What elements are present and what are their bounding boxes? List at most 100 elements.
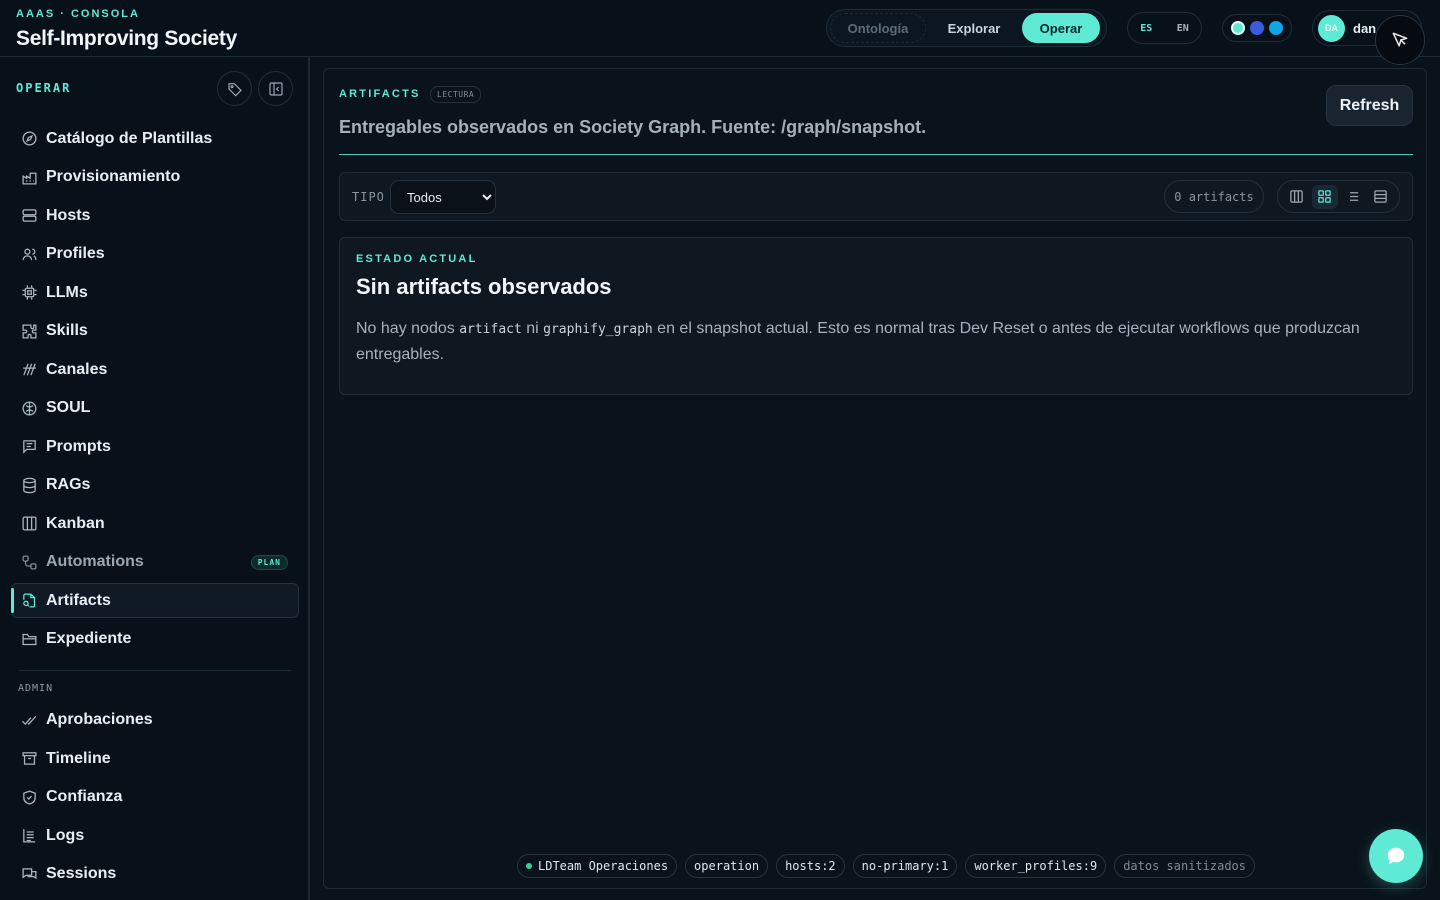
theme-sky-dot[interactable] bbox=[1269, 21, 1283, 35]
filter-bar: TIPO Todos 0 artifacts bbox=[339, 172, 1413, 221]
sidebar-item-hosts[interactable]: Hosts bbox=[11, 198, 299, 233]
top-bar: AAAS · CONSOLA Self-Improving Society On… bbox=[0, 0, 1440, 57]
user-name: dan bbox=[1353, 20, 1377, 36]
sidebar-item-aprobaciones[interactable]: Aprobaciones bbox=[11, 703, 299, 738]
sidebar-item-catalogo[interactable]: Catálogo de Plantillas bbox=[11, 121, 299, 156]
artifacts-panel: ARTIFACTS LECTURA Entregables observados… bbox=[323, 68, 1427, 889]
grid-icon bbox=[1318, 190, 1331, 203]
theme-switch bbox=[1222, 14, 1292, 42]
sidebar-item-soul[interactable]: SOUL bbox=[11, 391, 299, 426]
chat-button[interactable] bbox=[1369, 829, 1423, 883]
sidebar-item-label: LLMs bbox=[46, 283, 88, 301]
logs-icon bbox=[20, 827, 38, 845]
view-grid-button[interactable] bbox=[1311, 184, 1338, 209]
columns-icon bbox=[1290, 190, 1304, 203]
state-text-1: No hay nodos bbox=[356, 320, 460, 337]
sidebar-divider bbox=[19, 669, 291, 671]
sidebar: OPERAR Catálogo de Plantillas Provisiona… bbox=[0, 57, 310, 900]
tag-icon bbox=[227, 82, 242, 97]
theme-teal-dot[interactable] bbox=[1231, 21, 1245, 35]
sidebar-item-llms[interactable]: LLMs bbox=[11, 275, 299, 310]
sidebar-item-label: Catálogo de Plantillas bbox=[46, 129, 213, 147]
cursor-icon bbox=[1392, 32, 1408, 47]
sidebar-admin-heading: ADMIN bbox=[18, 682, 54, 694]
sidebar-item-profiles[interactable]: Profiles bbox=[11, 237, 299, 272]
nav-ontologia[interactable]: Ontología bbox=[830, 13, 926, 43]
brand-title[interactable]: Self-Improving Society bbox=[16, 27, 237, 51]
brain-icon bbox=[20, 399, 38, 417]
theme-blue-dot[interactable] bbox=[1250, 21, 1264, 35]
sidebar-item-rags[interactable]: RAGs bbox=[11, 468, 299, 503]
view-table-button[interactable] bbox=[1367, 185, 1393, 209]
accent-divider bbox=[339, 154, 1413, 155]
sidebar-item-label: Logs bbox=[46, 826, 85, 844]
compass-icon bbox=[20, 130, 38, 148]
sidebar-item-label: Artifacts bbox=[46, 591, 111, 609]
sidebar-item-label: Timeline bbox=[46, 749, 111, 767]
sidebar-item-label: Prompts bbox=[46, 437, 111, 455]
sidebar-item-label: RAGs bbox=[46, 476, 91, 493]
plan-badge: PLAN bbox=[250, 554, 288, 570]
type-filter-select[interactable]: Todos bbox=[390, 180, 496, 214]
sidebar-item-label: Sessions bbox=[46, 865, 117, 882]
check-check-icon bbox=[20, 711, 38, 729]
sidebar-item-skills[interactable]: Skills bbox=[11, 314, 299, 349]
context-chips: LDTeam Operaciones operation hosts:2 no-… bbox=[517, 854, 1256, 878]
sidebar-item-sessions[interactable]: Sessions bbox=[11, 857, 299, 892]
brand-eyebrow: AAAS · CONSOLA bbox=[16, 8, 140, 20]
nav-operar[interactable]: Operar bbox=[1022, 13, 1100, 43]
mode-badge: LECTURA bbox=[430, 86, 482, 103]
table-icon bbox=[1373, 190, 1387, 203]
sidebar-item-label: Expediente bbox=[46, 630, 132, 647]
sidebar-item-timeline[interactable]: Timeline bbox=[11, 741, 299, 776]
folder-icon bbox=[20, 630, 38, 648]
view-columns-button[interactable] bbox=[1284, 185, 1310, 209]
artifact-count: 0 artifacts bbox=[1164, 180, 1264, 213]
chats-icon bbox=[20, 865, 38, 883]
list-icon bbox=[1346, 192, 1358, 201]
sidebar-item-label: Provisionamiento bbox=[46, 168, 181, 185]
sidebar-item-logs[interactable]: Logs bbox=[11, 818, 299, 853]
collapse-sidebar-button[interactable] bbox=[258, 71, 293, 106]
users-icon bbox=[20, 245, 38, 263]
sidebar-item-kanban[interactable]: Kanban bbox=[11, 506, 299, 541]
puzzle-icon bbox=[20, 322, 38, 340]
nav-explorar[interactable]: Explorar bbox=[930, 13, 1018, 43]
pointer-mode-button[interactable] bbox=[1375, 15, 1425, 65]
status-dot bbox=[526, 863, 532, 869]
refresh-button[interactable]: Refresh bbox=[1326, 85, 1413, 126]
sidebar-item-label: Profiles bbox=[46, 245, 105, 262]
sidebar-item-expediente[interactable]: Expediente bbox=[11, 622, 299, 657]
sidebar-item-canales[interactable]: Canales bbox=[11, 352, 299, 387]
type-filter-label: TIPO bbox=[352, 190, 385, 204]
sidebar-item-provisionamiento[interactable]: Provisionamiento bbox=[11, 160, 299, 195]
sidebar-item-confianza[interactable]: Confianza bbox=[11, 780, 299, 815]
page-subtitle: Entregables observados en Society Graph.… bbox=[339, 117, 927, 137]
kanban-icon bbox=[20, 515, 38, 533]
primary-nav: Ontología Explorar Operar bbox=[826, 9, 1107, 47]
state-title: Sin artifacts observados bbox=[356, 274, 612, 299]
sidebar-item-label: Hosts bbox=[46, 206, 91, 224]
team-chip-label: LDTeam Operaciones bbox=[538, 859, 669, 873]
workflow-icon bbox=[20, 553, 38, 571]
sidebar-item-prompts[interactable]: Prompts bbox=[11, 429, 299, 464]
sidebar-item-automations[interactable]: Automations PLAN bbox=[11, 545, 299, 580]
panel-left-icon bbox=[268, 81, 283, 96]
avatar: DA bbox=[1318, 14, 1345, 42]
database-icon bbox=[20, 476, 38, 494]
sidebar-item-label: Canales bbox=[46, 360, 108, 378]
shield-icon bbox=[20, 788, 38, 806]
state-eyebrow: ESTADO ACTUAL bbox=[356, 253, 478, 265]
team-chip: LDTeam Operaciones bbox=[517, 854, 678, 878]
sidebar-item-artifacts[interactable]: Artifacts bbox=[11, 583, 299, 618]
sidebar-item-label: Automations bbox=[46, 553, 144, 570]
file-search-icon bbox=[20, 592, 38, 610]
lang-en-button[interactable]: EN bbox=[1177, 23, 1189, 34]
archive-icon bbox=[20, 750, 38, 768]
sidebar-item-label: Confianza bbox=[46, 788, 123, 805]
code-artifact: artifact bbox=[459, 322, 522, 337]
view-list-button[interactable] bbox=[1339, 185, 1365, 209]
no-primary-chip: no-primary:1 bbox=[852, 854, 958, 878]
tag-button[interactable] bbox=[217, 71, 252, 106]
lang-es-button[interactable]: ES bbox=[1140, 23, 1152, 34]
